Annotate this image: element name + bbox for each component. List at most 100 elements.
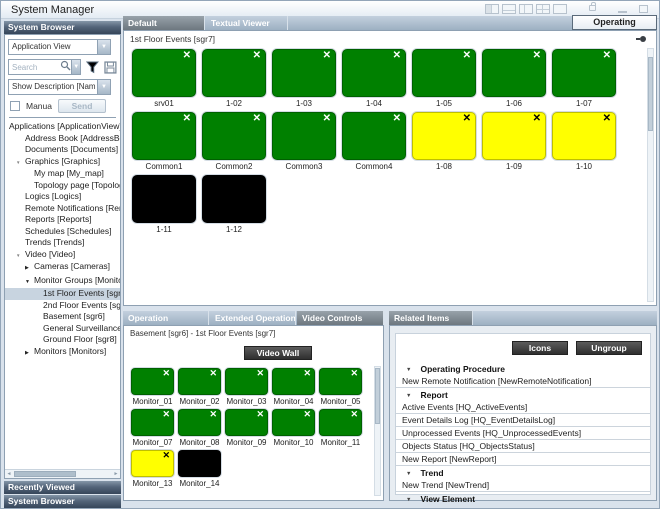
section-header[interactable]: ▼Operating Procedure (396, 362, 650, 375)
close-icon[interactable]: ✕ (162, 368, 170, 379)
filter-icon[interactable] (86, 61, 99, 74)
monitor-tile[interactable]: ✕ (272, 112, 336, 160)
manual-checkbox[interactable] (10, 101, 20, 111)
tab-operation[interactable]: Operation (123, 311, 209, 325)
monitor-tile[interactable]: ✕ (225, 409, 268, 436)
minimize-icon[interactable] (618, 11, 627, 13)
scroll-left-icon[interactable]: ◄ (5, 470, 13, 478)
collapse-arrow-icon[interactable]: ▼ (406, 497, 411, 503)
close-icon[interactable]: ✕ (603, 50, 611, 61)
search-dropdown-icon[interactable]: ▼ (71, 60, 80, 74)
chevron-down-icon[interactable]: ▼ (97, 80, 110, 94)
close-icon[interactable]: ✕ (323, 50, 331, 61)
collapse-arrow-icon[interactable]: ▼ (406, 367, 411, 373)
tab-textual-viewer[interactable]: Textual Viewer (206, 16, 288, 30)
tree-item[interactable]: 1st Floor Events [sgr7] (5, 288, 120, 300)
monitor-tile[interactable] (132, 175, 196, 223)
scrollbar-thumb[interactable] (14, 471, 76, 477)
tree-item[interactable]: Address Book [AddressBook] (5, 133, 120, 145)
monitor-tile[interactable]: ✕ (412, 112, 476, 160)
vc-vertical-scrollbar[interactable] (374, 366, 381, 496)
close-icon[interactable]: ✕ (603, 113, 611, 124)
collapse-arrow-icon[interactable]: ▼ (16, 250, 25, 262)
related-item[interactable]: Active Events [HQ_ActiveEvents] (396, 401, 650, 414)
main-vertical-scrollbar[interactable] (647, 48, 654, 302)
recently-viewed-bar[interactable]: Recently Viewed (4, 481, 121, 494)
section-header[interactable]: ▼Trend (396, 466, 650, 479)
monitor-tile[interactable]: ✕ (178, 409, 221, 436)
collapse-arrow-icon[interactable]: ▼ (406, 393, 411, 399)
close-icon[interactable]: ✕ (350, 409, 358, 420)
icons-button[interactable]: Icons (512, 341, 568, 355)
monitor-tile[interactable]: ✕ (482, 112, 546, 160)
monitor-tile[interactable]: ✕ (319, 368, 362, 395)
close-icon[interactable]: ✕ (393, 50, 401, 61)
tree-item[interactable]: Topology page [Topology_page] (5, 180, 120, 192)
tree-item[interactable]: ▶Monitors [Monitors] (5, 346, 120, 360)
system-browser-bar[interactable]: System Browser (4, 495, 121, 508)
expand-arrow-icon[interactable]: ▶ (25, 263, 34, 275)
related-item[interactable]: Show Video [GmsCVShowVideo] (396, 505, 650, 509)
close-icon[interactable]: ✕ (209, 409, 217, 420)
tree-item[interactable]: Logics [Logics] (5, 191, 120, 203)
send-button[interactable]: Send (58, 99, 106, 113)
monitor-tile[interactable]: ✕ (342, 112, 406, 160)
scroll-right-icon[interactable]: ► (112, 470, 120, 478)
monitor-tile[interactable]: ✕ (319, 409, 362, 436)
pin-icon[interactable] (640, 36, 646, 42)
tree-item[interactable]: Remote Notifications [RemoteNotificat (5, 203, 120, 215)
close-icon[interactable]: ✕ (463, 50, 471, 61)
related-item[interactable]: Unprocessed Events [HQ_UnprocessedEvents… (396, 427, 650, 440)
close-icon[interactable]: ✕ (253, 113, 261, 124)
ungroup-button[interactable]: Ungroup (576, 341, 642, 355)
expand-arrow-icon[interactable]: ▶ (25, 348, 34, 360)
system-browser-header[interactable]: System Browser (4, 21, 121, 34)
operating-button[interactable]: Operating (572, 15, 657, 30)
tree-item[interactable]: Ground Floor [sgr8] (5, 334, 120, 346)
monitor-tile[interactable]: ✕ (225, 368, 268, 395)
close-icon[interactable]: ✕ (533, 50, 541, 61)
monitor-tile[interactable]: ✕ (412, 49, 476, 97)
close-icon[interactable]: ✕ (162, 409, 170, 420)
tree-item[interactable]: Documents [Documents] (5, 144, 120, 156)
tree-item[interactable]: Trends [Trends] (5, 237, 120, 249)
monitor-tile[interactable]: ✕ (272, 409, 315, 436)
layout-icon-5[interactable] (553, 4, 567, 14)
close-icon[interactable]: ✕ (253, 50, 261, 61)
close-icon[interactable]: ✕ (256, 368, 264, 379)
tab-default[interactable]: Default (123, 16, 205, 30)
layout-icon-3[interactable] (519, 4, 533, 14)
tree-item[interactable]: ▶Cameras [Cameras] (5, 261, 120, 275)
monitor-tile[interactable]: ✕ (552, 112, 616, 160)
collapse-arrow-icon[interactable]: ▼ (25, 277, 34, 289)
tree-item[interactable]: General Surveillance [sgr13] (5, 323, 120, 335)
layout-icon-2[interactable] (502, 4, 516, 14)
search-icon[interactable] (60, 60, 71, 72)
tree-item[interactable]: ▼Video [Video] (5, 249, 120, 262)
layout-icon-4[interactable] (536, 4, 550, 14)
save-icon[interactable] (104, 61, 117, 74)
monitor-tile[interactable]: ✕ (272, 368, 315, 395)
monitor-tile[interactable]: ✕ (131, 450, 174, 477)
monitor-tile[interactable]: ✕ (552, 49, 616, 97)
layout-icon-1[interactable] (485, 4, 499, 14)
chevron-down-icon[interactable]: ▼ (97, 40, 110, 54)
collapse-arrow-icon[interactable]: ▼ (16, 157, 25, 169)
description-selector[interactable]: Show Description [Nam ▼ (8, 79, 111, 95)
tree-item[interactable]: Applications [ApplicationView] (5, 121, 120, 133)
tree-item[interactable]: Basement [sgr6] (5, 311, 120, 323)
related-item[interactable]: Event Details Log [HQ_EventDetailsLog] (396, 414, 650, 427)
tree-item[interactable]: Schedules [Schedules] (5, 226, 120, 238)
monitor-tile[interactable]: ✕ (202, 112, 266, 160)
tree-horizontal-scrollbar[interactable]: ◄ ► (5, 469, 120, 478)
close-icon[interactable]: ✕ (303, 368, 311, 379)
close-icon[interactable]: ✕ (183, 113, 191, 124)
tree-item[interactable]: ▼Graphics [Graphics] (5, 156, 120, 169)
related-item[interactable]: Objects Status [HQ_ObjectsStatus] (396, 440, 650, 453)
scrollbar-thumb[interactable] (648, 57, 653, 131)
monitor-tile[interactable]: ✕ (132, 112, 196, 160)
related-item[interactable]: New Remote Notification [NewRemoteNotifi… (396, 375, 650, 388)
tree-item[interactable]: My map [My_map] (5, 168, 120, 180)
close-icon[interactable]: ✕ (183, 50, 191, 61)
close-icon[interactable]: ✕ (209, 368, 217, 379)
